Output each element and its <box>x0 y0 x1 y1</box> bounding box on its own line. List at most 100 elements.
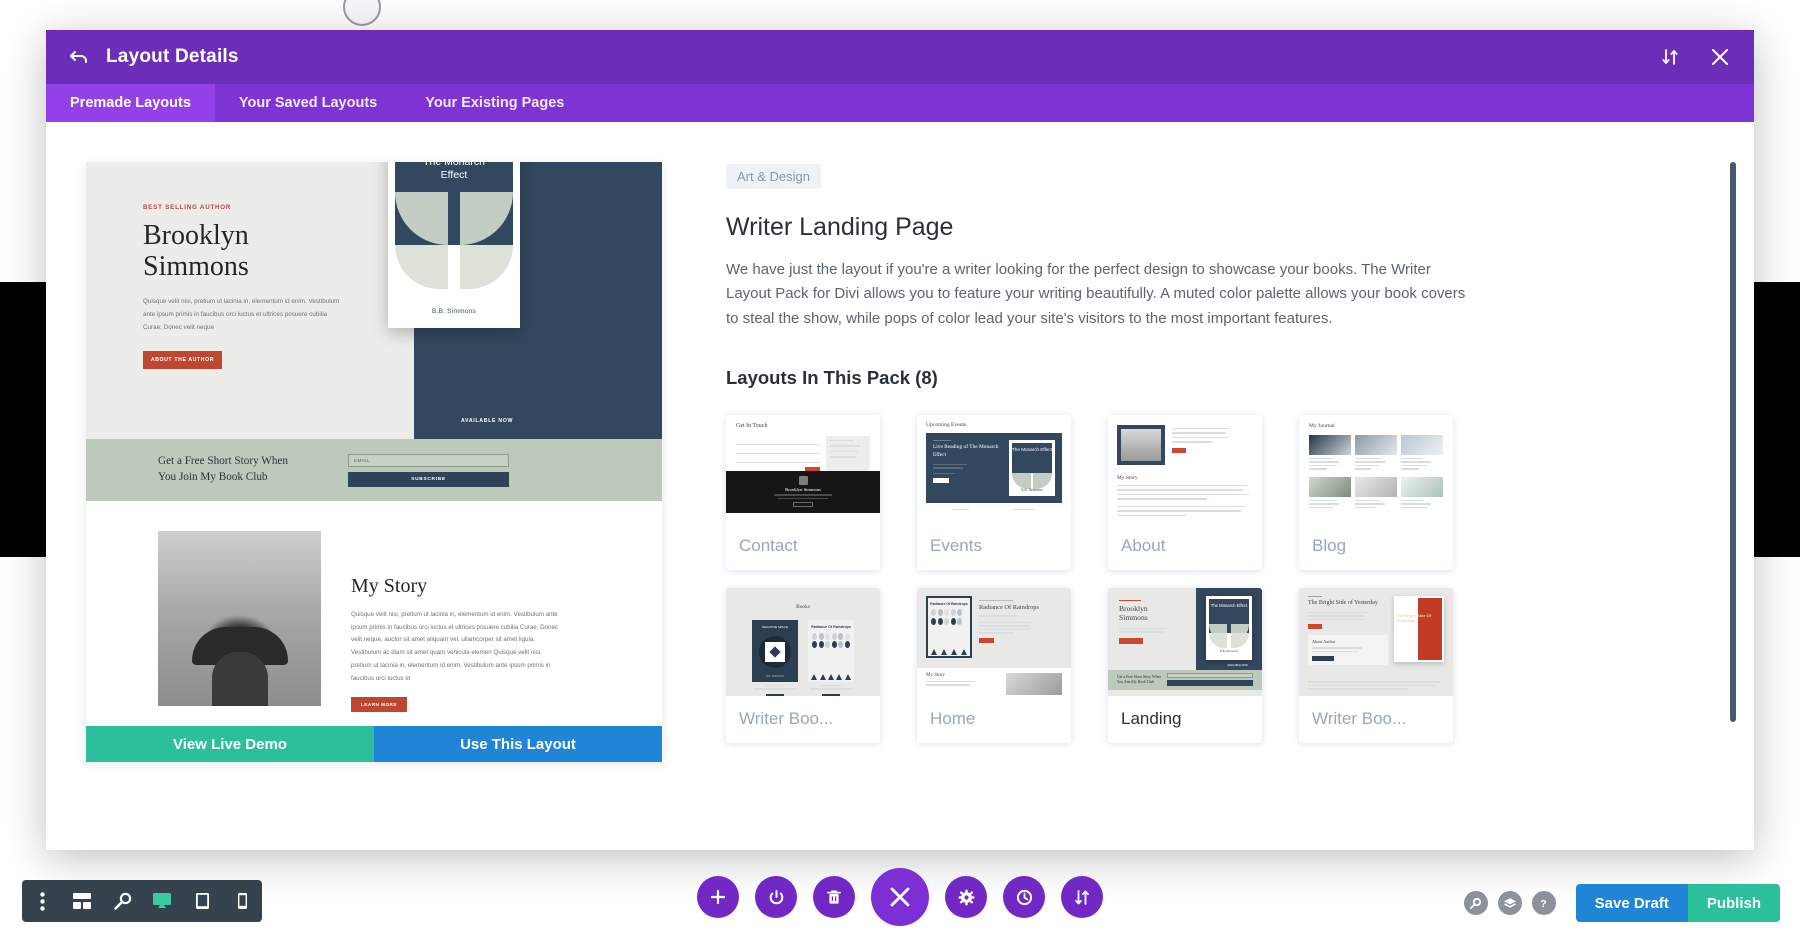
layout-preview-image: BEST SELLING AUTHOR Brooklyn Simmons Qui… <box>86 162 662 726</box>
preview-learn-more-button[interactable]: LEARN MORE <box>351 697 407 713</box>
preview-story-body: Quisque velit nisi, pretium ut lacinia i… <box>351 611 559 682</box>
pack-heading: Layouts In This Pack (8) <box>726 366 938 388</box>
use-this-layout-button[interactable]: Use This Layout <box>374 726 662 762</box>
butterfly-wing-icon <box>395 245 448 289</box>
builder-right-toolbar: ? Save Draft Publish <box>1463 884 1780 922</box>
preview-hero-text: BEST SELLING AUTHOR Brooklyn Simmons Qui… <box>86 162 414 439</box>
trash-icon[interactable] <box>813 876 855 918</box>
preview-story-text: My Story Quisque velit nisi, pretium ut … <box>321 531 561 713</box>
layout-thumbnail: Brooklyn Simmons The Monarch Effect B.B.… <box>1108 587 1262 696</box>
layout-card-name: Blog <box>1312 536 1347 556</box>
preview-action-bar: View Live Demo Use This Layout <box>86 726 662 762</box>
thumb-heading: The Bright Side of Yesterday <box>1308 600 1378 607</box>
layout-card-name: About <box>1121 536 1166 556</box>
category-badge[interactable]: Art & Design <box>726 164 821 189</box>
thumb-heading: Radiance Of Raindrops <box>979 604 1039 612</box>
modal-header-actions <box>1658 45 1732 69</box>
preview-book-title-line2: Effect <box>440 169 468 182</box>
preview-subscribe-button[interactable]: SUBSCRIBE <box>348 471 509 487</box>
preview-newsletter-heading-line1: Get a Free Short Story When <box>158 455 288 468</box>
modal-tabbar: Premade Layouts Your Saved Layouts Your … <box>46 84 1754 122</box>
page-title: Layout Details <box>106 46 239 67</box>
thumb-heading: Get In Touch <box>736 422 768 429</box>
preview-hero-body: Quisque velit nisi, pretium ut lacinia i… <box>143 297 340 331</box>
plus-icon[interactable] <box>697 876 739 918</box>
preview-about-author-button[interactable]: ABOUT THE AUTHOR <box>143 351 222 370</box>
background-band-right <box>1754 282 1800 557</box>
history-icon[interactable] <box>1003 876 1045 918</box>
butterfly-wing-icon <box>460 245 513 289</box>
preview-hero-kicker: BEST SELLING AUTHOR <box>143 204 232 211</box>
layouts-grid: Get In Touch Brooklyn Simmons Contact Up… <box>726 414 1480 743</box>
builder-center-toolbar <box>697 868 1103 926</box>
tab-premade-layouts[interactable]: Premade Layouts <box>46 84 215 122</box>
preview-author-photo <box>158 531 321 706</box>
preview-hero-panel: The Monarch Effect B.B. Simmons AVAILABL… <box>388 162 662 439</box>
search-icon[interactable] <box>1463 891 1488 915</box>
zoom-icon[interactable] <box>110 889 134 913</box>
layout-description: We have just the layout if you're a writ… <box>726 261 1466 327</box>
back-arrow-icon[interactable] <box>68 46 90 68</box>
tab-your-existing-pages[interactable]: Your Existing Pages <box>401 84 588 122</box>
gear-icon[interactable] <box>945 876 987 918</box>
modal-header: Layout Details <box>46 30 1754 84</box>
layout-thumbnail: Upcoming Events Live Reading of The Mona… <box>917 414 1071 523</box>
svg-text:?: ? <box>1540 898 1546 910</box>
preview-hero-heading-line2: Simmons <box>143 251 249 283</box>
preview-email-field[interactable]: EMAIL <box>348 453 509 467</box>
preview-book-cover-top: The Monarch Effect <box>395 162 513 245</box>
layout-card-landing[interactable]: Brooklyn Simmons The Monarch Effect B.B.… <box>1108 587 1262 743</box>
layers-icon[interactable] <box>1497 891 1522 915</box>
preview-story-heading: My Story <box>351 575 428 597</box>
background-band-left <box>0 282 46 557</box>
preview-book-author: B.B. Simmons <box>431 308 477 315</box>
help-icon[interactable]: ? <box>1531 891 1556 915</box>
layout-card-name: Events <box>930 536 982 556</box>
butterfly-wing-icon <box>395 192 448 245</box>
layout-card-home[interactable]: Radiance Of Raindrops Radiance Of Raindr… <box>917 587 1071 743</box>
layout-thumbnail: My Story <box>1108 414 1262 523</box>
wireframe-icon[interactable] <box>70 889 94 913</box>
layout-details-modal: Layout Details Premade Layouts Your Save… <box>46 30 1754 850</box>
sort-icon[interactable] <box>1658 45 1682 69</box>
power-icon[interactable] <box>755 876 797 918</box>
close-icon[interactable] <box>1708 45 1732 69</box>
preview-hero-heading: Brooklyn Simmons <box>143 220 414 283</box>
layout-card-about[interactable]: My Story About <box>1108 414 1262 570</box>
thumb-heading: Upcoming Events <box>926 421 967 428</box>
thumb-heading: My Journal <box>1309 422 1335 429</box>
layout-card-writer-books-2[interactable]: The Bright Side of Yesterday About Autho… <box>1299 587 1453 743</box>
layout-card-name: Writer Boo... <box>1312 709 1407 729</box>
layout-card-name: Landing <box>1121 709 1182 729</box>
layout-card-blog[interactable]: My Journal Blog <box>1299 414 1453 570</box>
preview-story-section: My Story Quisque velit nisi, pretium ut … <box>86 501 662 713</box>
preview-newsletter-section: Get a Free Short Story When You Join My … <box>86 439 662 501</box>
layout-thumbnail: The Bright Side of Yesterday About Autho… <box>1299 587 1453 696</box>
tab-your-saved-layouts[interactable]: Your Saved Layouts <box>215 84 401 122</box>
desktop-icon[interactable] <box>150 889 174 913</box>
phone-icon[interactable] <box>230 889 254 913</box>
layout-card-writer-books-1[interactable]: Books NEGATIVE SPACE B.B. SIMMONS Radian… <box>726 587 880 743</box>
thumb-heading: My Story <box>1117 474 1138 481</box>
thumb-heading: Books <box>796 603 810 610</box>
modal-scrollbar[interactable] <box>1730 162 1736 722</box>
builder-left-toolbar <box>22 880 262 922</box>
view-live-demo-button[interactable]: View Live Demo <box>86 726 374 762</box>
modal-body: BEST SELLING AUTHOR Brooklyn Simmons Qui… <box>46 122 1754 850</box>
preview-newsletter-heading: Get a Free Short Story When You Join My … <box>158 454 338 486</box>
more-vertical-icon[interactable] <box>30 889 54 913</box>
preview-book-cover: The Monarch Effect B.B. Simmons <box>388 162 520 328</box>
sort-icon[interactable] <box>1061 876 1103 918</box>
tablet-icon[interactable] <box>190 889 214 913</box>
layout-card-name: Contact <box>739 536 798 556</box>
layout-thumbnail: Radiance Of Raindrops Radiance Of Raindr… <box>917 587 1071 696</box>
save-draft-button[interactable]: Save Draft <box>1575 884 1688 922</box>
layout-thumbnail: Get In Touch Brooklyn Simmons <box>726 414 880 523</box>
publish-button[interactable]: Publish <box>1687 884 1780 922</box>
layout-card-contact[interactable]: Get In Touch Brooklyn Simmons Contact <box>726 414 880 570</box>
preview-newsletter-form: EMAIL SUBSCRIBE <box>348 453 509 487</box>
preview-book-title-line1: The Monarch <box>423 162 485 168</box>
close-icon[interactable] <box>871 868 929 926</box>
layout-card-name: Home <box>930 709 976 729</box>
layout-card-events[interactable]: Upcoming Events Live Reading of The Mona… <box>917 414 1071 570</box>
